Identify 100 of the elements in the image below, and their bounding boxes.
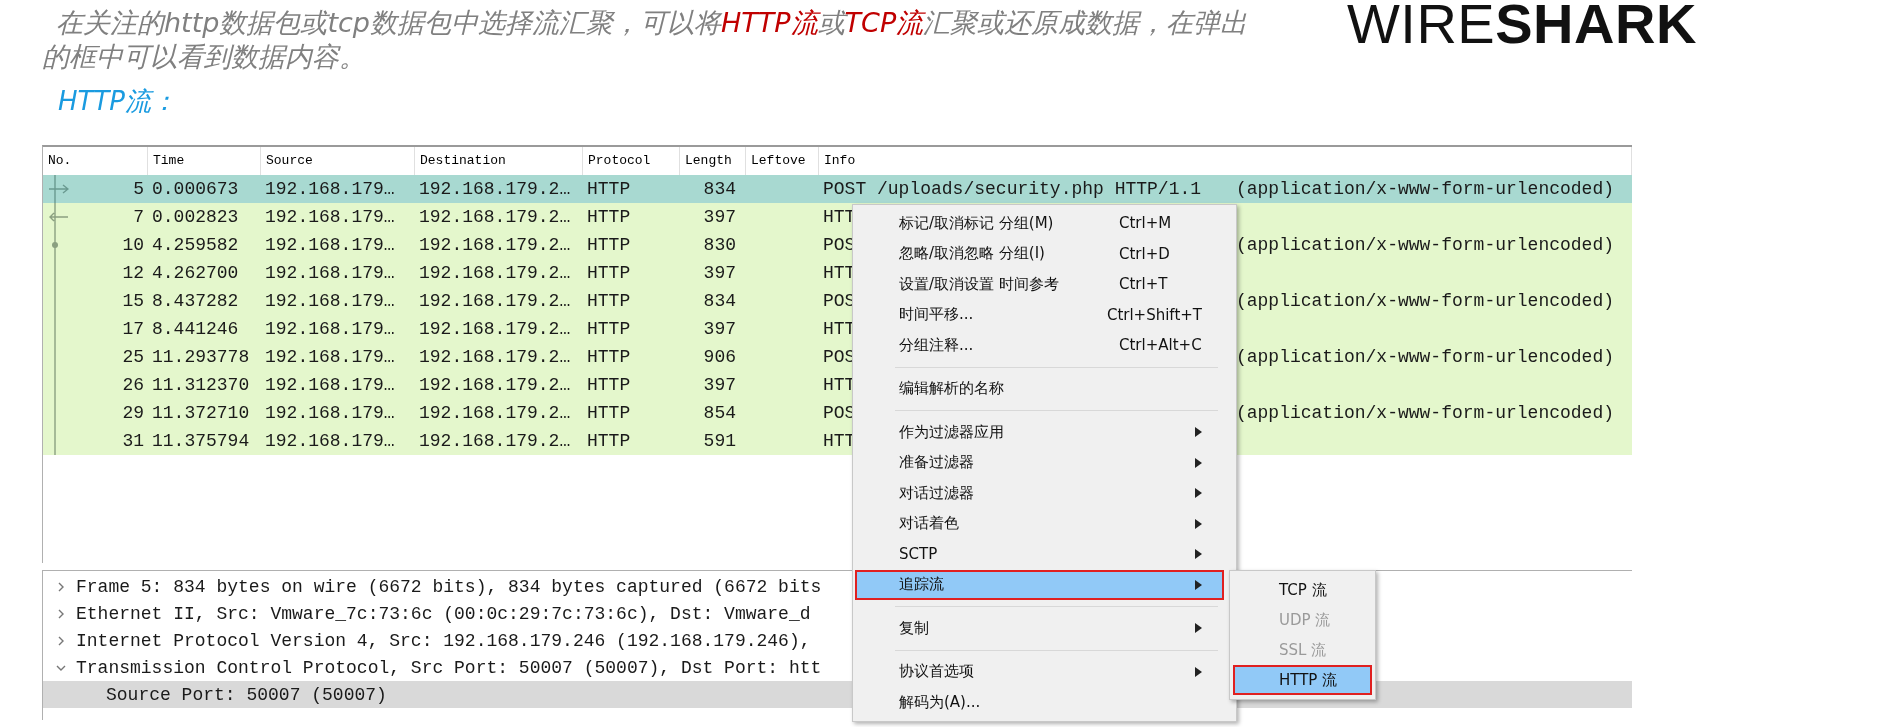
tree-item[interactable]: Ethernet II, Src: Vmware_7c:73:6c (00:0c:29:7c:73:6c), Dst: Vmware_d bbox=[43, 600, 815, 627]
table-cell-text: 25 bbox=[122, 346, 144, 369]
table-cell-text: 192.168.179… bbox=[264, 262, 396, 285]
tree-item[interactable]: Frame 5: 834 bytes on wire (6672 bits), 834 bytes captured (6672 bits bbox=[43, 573, 826, 600]
right-arrow-icon bbox=[49, 175, 69, 203]
table-cell-text: 192.168.179.2… bbox=[418, 318, 572, 341]
intro-paragraph: 在关注的http数据包或tcp数据包中选择流汇聚，可以将HTTP流或TCP流汇聚或还原成数据，在弹出的框中可以看到数据内容。 bbox=[42, 6, 1249, 74]
submenu-arrow-icon bbox=[1195, 579, 1202, 590]
tree-text: Frame 5: 834 bytes on wire (6672 bits), 834 bytes captured (6672 bits bbox=[76, 576, 822, 597]
submenu-arrow-icon bbox=[1195, 549, 1202, 560]
table-cell-text: 834 bbox=[702, 290, 737, 313]
table-cell-text: HTTP bbox=[586, 234, 632, 257]
table-cell-text: 192.168.179.2… bbox=[418, 290, 572, 313]
table-cell-text: 192.168.179… bbox=[264, 178, 396, 201]
table-cell-text: 11.375794 bbox=[151, 430, 251, 453]
table-cell-text: HTT bbox=[823, 262, 856, 285]
table-cell-text: 192.168.179.2… bbox=[418, 430, 572, 453]
submenu-arrow-icon bbox=[1195, 623, 1202, 634]
table-cell-text: HTT bbox=[823, 430, 856, 453]
table-cell-text: (application/x-www-form-urlencoded) bbox=[1235, 178, 1614, 201]
table-cell-text: 192.168.179… bbox=[264, 402, 396, 425]
table-cell-text: 192.168.179.2… bbox=[418, 374, 572, 397]
table-cell-text: 4.259582 bbox=[151, 234, 240, 257]
submenu-arrow-icon bbox=[1195, 427, 1202, 438]
table-cell-text: 29 bbox=[122, 402, 144, 425]
table-cell-text: HTTP bbox=[586, 262, 632, 285]
submenu-arrow-icon bbox=[1195, 666, 1202, 677]
table-cell-text: HTT bbox=[823, 374, 856, 397]
table-cell-text: 11.372710 bbox=[151, 402, 251, 425]
table-cell-text: 192.168.179… bbox=[264, 346, 396, 369]
table-cell-text: HTT bbox=[823, 318, 856, 341]
table-cell-text: 192.168.179… bbox=[264, 374, 396, 397]
table-cell-text: HTTP bbox=[586, 290, 632, 313]
table-cell-text: HTTP bbox=[586, 374, 632, 397]
submenu-arrow-icon bbox=[1195, 518, 1202, 529]
table-cell-text: 192.168.179.2… bbox=[418, 178, 572, 201]
table-cell-text: 11.312370 bbox=[151, 374, 251, 397]
table-cell-text: 397 bbox=[702, 374, 737, 397]
packet-row[interactable]: 5 0.000673 192.168.179… 192.168.179.2… HTTP 834 POST /uploads/security.php HTTP/1.1 (application/x-www-form-urlencoded) bbox=[43, 175, 1632, 203]
tree-text: Source Port: 50007 (50007) bbox=[106, 684, 387, 705]
table-cell-text: 397 bbox=[702, 206, 737, 229]
table-cell-text: 192.168.179… bbox=[264, 206, 396, 229]
table-cell-text: 0.000673 bbox=[151, 178, 240, 201]
table-cell-text: 192.168.179… bbox=[264, 290, 396, 313]
table-cell-text: 192.168.179.2… bbox=[418, 234, 572, 257]
table-cell-text: 4.262700 bbox=[151, 262, 240, 285]
menu-item[interactable]: 复制 bbox=[855, 613, 1224, 644]
tree-item[interactable]: Transmission Control Protocol, Src Port: 50007 (50007), Dst Port: htt bbox=[43, 654, 826, 681]
table-cell-text: HTT bbox=[823, 206, 856, 229]
table-cell-text: 11.293778 bbox=[151, 346, 251, 369]
section-heading: HTTP流： bbox=[58, 85, 178, 118]
menu-item[interactable]: SCTP bbox=[855, 539, 1224, 570]
table-cell-text: HTTP bbox=[586, 346, 632, 369]
table-cell-text: 5 bbox=[133, 178, 144, 201]
menu-item[interactable]: 对话过滤器 bbox=[855, 478, 1224, 509]
table-cell-text: 0.002823 bbox=[151, 206, 240, 229]
table-cell-text: HTTP bbox=[586, 206, 632, 229]
table-cell-text: 31 bbox=[122, 430, 144, 453]
table-cell-text: 192.168.179.2… bbox=[418, 346, 572, 369]
tree-text: Transmission Control Protocol, Src Port: 50007 (50007), Dst Port: htt bbox=[76, 657, 822, 678]
wireshark-logo: WIRESHARK bbox=[1347, 0, 1697, 54]
table-cell-text: HTTP bbox=[586, 430, 632, 453]
table-cell-text: 192.168.179… bbox=[264, 318, 396, 341]
table-cell-text: 192.168.179… bbox=[264, 430, 396, 453]
tree-text: Ethernet II, Src: Vmware_7c:73:6c (00:0c:29:7c:73:6c), Dst: Vmware_d bbox=[76, 603, 811, 624]
table-cell-text: 854 bbox=[702, 402, 737, 425]
table-cell-text: (application/x-www-form-urlencoded) bbox=[1235, 402, 1614, 425]
table-cell-text: 8.437282 bbox=[151, 290, 240, 313]
left-arrow-icon bbox=[49, 203, 69, 231]
table-cell-text: 15 bbox=[122, 290, 144, 313]
tree-text: Internet Protocol Version 4, Src: 192.168.179.246 (192.168.179.246), bbox=[76, 630, 811, 651]
table-cell-text: 192.168.179.2… bbox=[418, 402, 572, 425]
table-cell-text: HTTP bbox=[586, 178, 632, 201]
table-cell-text: HTTP bbox=[586, 318, 632, 341]
table-cell-text: 192.168.179.2… bbox=[418, 262, 572, 285]
submenu-arrow-icon bbox=[1195, 488, 1202, 499]
table-cell-text: 192.168.179.2… bbox=[418, 206, 572, 229]
table-cell-text: (application/x-www-form-urlencoded) bbox=[1235, 290, 1614, 313]
table-cell-text: 591 bbox=[702, 430, 737, 453]
menu-item[interactable]: HTTP 流 bbox=[1233, 665, 1372, 695]
menu-item[interactable]: 对话着色 bbox=[855, 508, 1224, 539]
table-cell-text: 906 bbox=[702, 346, 737, 369]
table-cell-text: (application/x-www-form-urlencoded) bbox=[1235, 346, 1614, 369]
table-cell-text: POST /uploads/security.php HTTP/1.1 bbox=[823, 178, 1202, 201]
table-cell-text: 17 bbox=[122, 318, 144, 341]
menu-item[interactable]: TCP 流 bbox=[1233, 575, 1372, 605]
menu-item[interactable]: 追踪流 bbox=[855, 569, 1224, 600]
tree-item[interactable]: Internet Protocol Version 4, Src: 192.168.179.246 (192.168.179.246), bbox=[43, 627, 815, 654]
table-cell-text: 397 bbox=[702, 262, 737, 285]
table-cell-text: 10 bbox=[122, 234, 144, 257]
submenu-arrow-icon bbox=[1195, 457, 1202, 468]
table-cell-text: 12 bbox=[122, 262, 144, 285]
table-cell-text: HTTP bbox=[586, 402, 632, 425]
table-cell-text: (application/x-www-form-urlencoded) bbox=[1235, 234, 1614, 257]
table-cell-text: 8.441246 bbox=[151, 318, 240, 341]
dot-icon bbox=[52, 231, 58, 259]
table-cell-text: 192.168.179… bbox=[264, 234, 396, 257]
table-cell-text: 834 bbox=[702, 178, 737, 201]
table-cell-text: 830 bbox=[702, 234, 737, 257]
table-cell-text: 26 bbox=[122, 374, 144, 397]
